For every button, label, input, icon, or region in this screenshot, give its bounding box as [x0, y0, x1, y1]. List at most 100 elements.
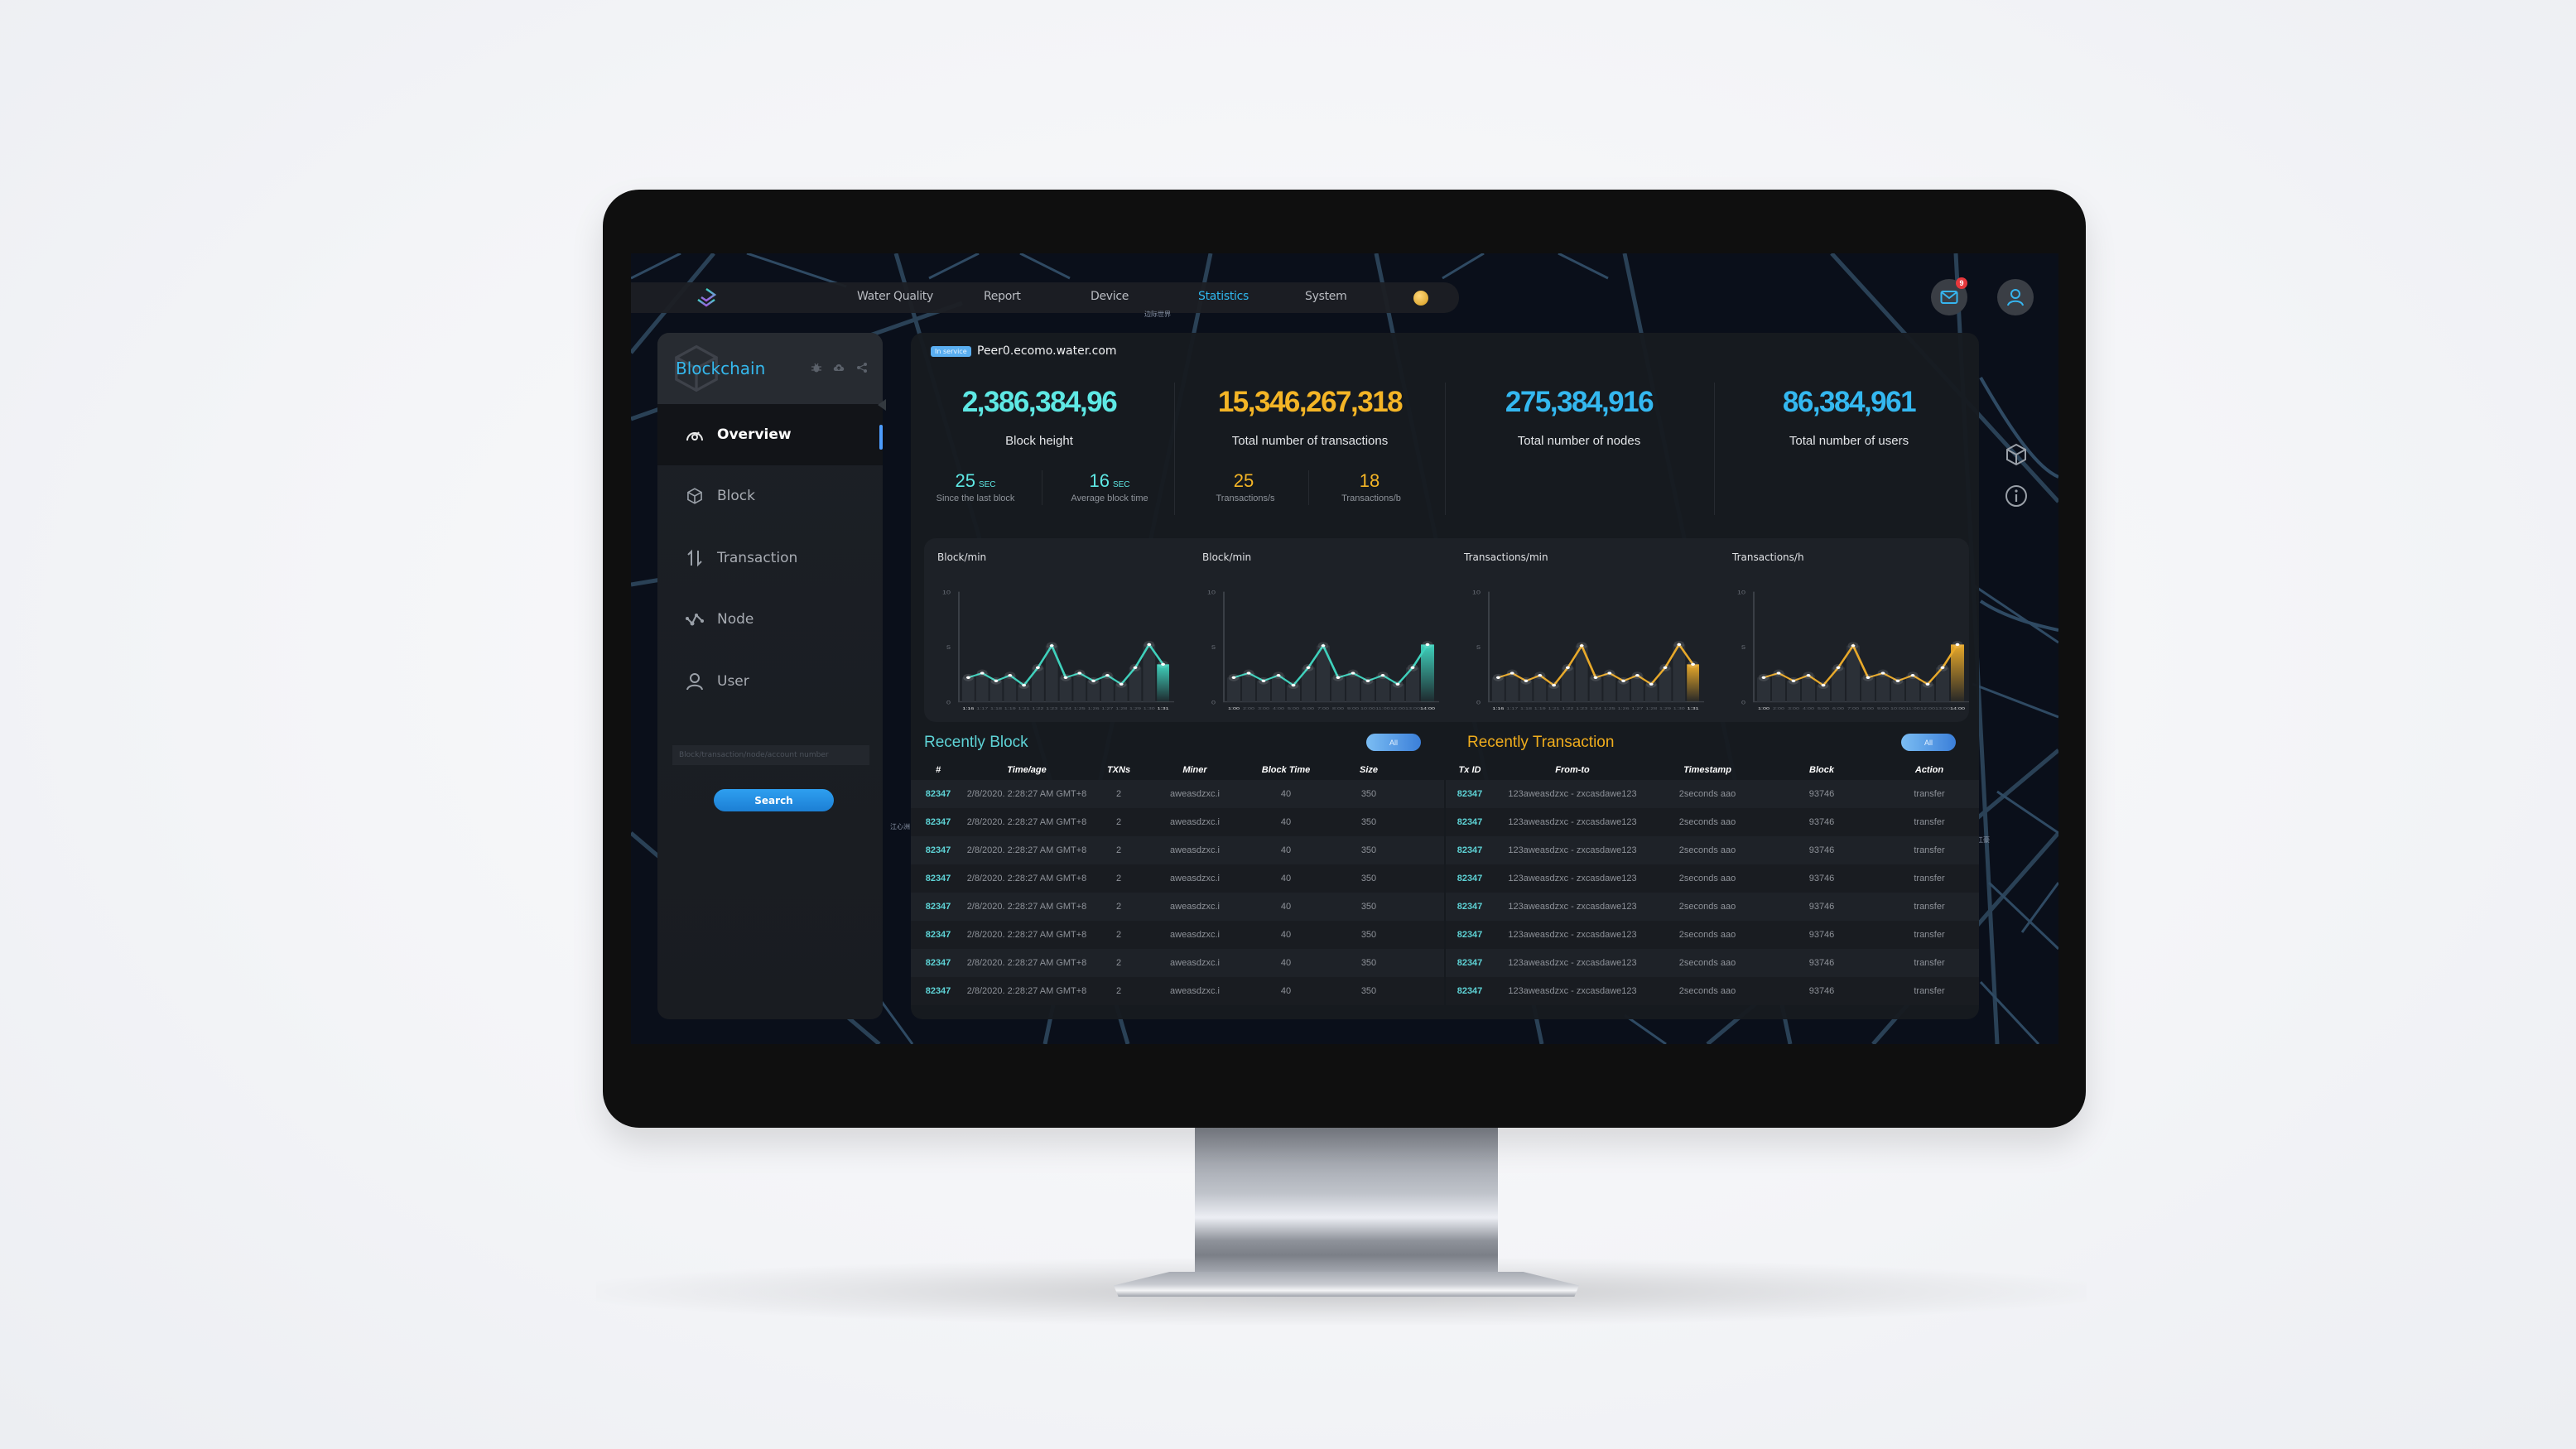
- chart-point[interactable]: [966, 676, 970, 679]
- chart-point[interactable]: [1336, 676, 1341, 679]
- row-id-link[interactable]: 82347: [911, 986, 965, 996]
- search-button[interactable]: Search: [714, 789, 834, 811]
- chart-point[interactable]: [1119, 682, 1124, 686]
- chart-point[interactable]: [1607, 672, 1612, 675]
- column-header[interactable]: Block: [1764, 765, 1880, 775]
- sidebar-item-transaction[interactable]: Transaction: [657, 527, 883, 589]
- column-header[interactable]: Timestamp: [1651, 765, 1764, 775]
- chart-bar[interactable]: [1603, 672, 1616, 702]
- chart-point[interactable]: [1836, 666, 1841, 669]
- chart-bar[interactable]: [1687, 664, 1699, 702]
- row-id-link[interactable]: 82347: [911, 845, 965, 855]
- chart-bar[interactable]: [1376, 675, 1389, 702]
- table-row[interactable]: 82347 2/8/2020. 2:28:27 AM GMT+8 2 aweasdzx…: [911, 836, 1444, 864]
- chart-point[interactable]: [1395, 682, 1400, 686]
- chart-point[interactable]: [1022, 683, 1026, 687]
- info-icon[interactable]: [2004, 484, 2029, 508]
- column-header[interactable]: TXNs: [1088, 765, 1149, 775]
- column-header[interactable]: Action: [1880, 765, 1979, 775]
- chart-point[interactable]: [1851, 644, 1856, 647]
- chart-point[interactable]: [1635, 673, 1639, 677]
- row-id-link[interactable]: 82347: [1446, 845, 1494, 855]
- row-id-link[interactable]: 82347: [1446, 930, 1494, 940]
- chart-point[interactable]: [1365, 679, 1370, 682]
- chart-point[interactable]: [1593, 676, 1598, 679]
- chart-point[interactable]: [1955, 643, 1960, 647]
- column-header[interactable]: #: [911, 765, 965, 775]
- table-row[interactable]: 82347 2/8/2020. 2:28:27 AM GMT+8 2 aweasdzx…: [911, 893, 1444, 921]
- chart-point[interactable]: [1049, 644, 1054, 647]
- chart-point[interactable]: [1036, 666, 1040, 669]
- chart-point[interactable]: [1579, 644, 1584, 647]
- sidebar-item-block[interactable]: Block: [657, 465, 883, 527]
- table-row[interactable]: 82347 123aweasdzxc - zxcasdawe123 2seconds…: [1446, 921, 1979, 949]
- chart-point[interactable]: [1351, 672, 1355, 675]
- table-row[interactable]: 82347 123aweasdzxc - zxcasdawe123 2seconds…: [1446, 780, 1979, 808]
- chart-bar[interactable]: [1073, 672, 1086, 702]
- chart-point[interactable]: [1524, 679, 1529, 682]
- chart-point[interactable]: [1306, 666, 1311, 669]
- chart-point[interactable]: [1425, 643, 1430, 647]
- nav-statistics[interactable]: Statistics: [1198, 290, 1249, 303]
- table-row[interactable]: 82347 123aweasdzxc - zxcasdawe123 2seconds…: [1446, 949, 1979, 977]
- row-id-link[interactable]: 82347: [911, 817, 965, 827]
- chart-bar[interactable]: [1772, 672, 1785, 702]
- table-row[interactable]: 82347 2/8/2020. 2:28:27 AM GMT+8 2 aweasdzx…: [911, 921, 1444, 949]
- table-row[interactable]: 82347 2/8/2020. 2:28:27 AM GMT+8 2 aweasdzx…: [911, 864, 1444, 893]
- table-row[interactable]: 82347 123aweasdzxc - zxcasdawe123 2seconds…: [1446, 893, 1979, 921]
- layers-logo-icon[interactable]: [694, 286, 719, 310]
- chart-point[interactable]: [1806, 673, 1811, 677]
- chart-point[interactable]: [1105, 673, 1110, 677]
- chart-point[interactable]: [1321, 644, 1326, 647]
- chart-bar[interactable]: [1346, 672, 1360, 702]
- row-id-link[interactable]: 82347: [911, 958, 965, 968]
- chart-point[interactable]: [1940, 666, 1945, 669]
- chart-point[interactable]: [1552, 683, 1556, 687]
- chart-bar[interactable]: [1876, 672, 1890, 702]
- chart-bar[interactable]: [1631, 675, 1644, 702]
- chart-bar[interactable]: [1242, 672, 1255, 702]
- chart-point[interactable]: [1677, 643, 1682, 647]
- chart-point[interactable]: [1410, 666, 1415, 669]
- chart-point[interactable]: [1276, 673, 1281, 677]
- chart-bar[interactable]: [975, 672, 989, 702]
- chart-point[interactable]: [1496, 676, 1500, 679]
- column-header[interactable]: Miner: [1149, 765, 1240, 775]
- row-id-link[interactable]: 82347: [911, 930, 965, 940]
- row-id-link[interactable]: 82347: [911, 789, 965, 799]
- chart-point[interactable]: [1663, 666, 1668, 669]
- share-icon[interactable]: [856, 362, 868, 373]
- column-header[interactable]: Time/age: [965, 765, 1088, 775]
- chart-bar[interactable]: [1101, 675, 1114, 702]
- chart-point[interactable]: [1063, 676, 1068, 679]
- row-id-link[interactable]: 82347: [1446, 817, 1494, 827]
- search-input[interactable]: [672, 745, 869, 765]
- table-row[interactable]: 82347 2/8/2020. 2:28:27 AM GMT+8 2 aweasdzx…: [911, 949, 1444, 977]
- sidebar-item-user[interactable]: User: [657, 651, 883, 712]
- cube-icon[interactable]: [2004, 442, 2029, 467]
- table-row[interactable]: 82347 123aweasdzxc - zxcasdawe123 2seconds…: [1446, 977, 1979, 1005]
- chart-point[interactable]: [1261, 679, 1266, 682]
- chart-point[interactable]: [1910, 673, 1915, 677]
- chart-point[interactable]: [1509, 672, 1514, 675]
- nav-system[interactable]: System: [1305, 290, 1347, 303]
- column-header[interactable]: From-to: [1494, 765, 1651, 775]
- bug-icon[interactable]: [811, 362, 822, 373]
- chart-bar[interactable]: [1157, 664, 1169, 702]
- table-row[interactable]: 82347 123aweasdzxc - zxcasdawe123 2seconds…: [1446, 836, 1979, 864]
- view-all-blocks-button[interactable]: All: [1366, 734, 1421, 751]
- row-id-link[interactable]: 82347: [1446, 958, 1494, 968]
- chart-point[interactable]: [1091, 679, 1095, 682]
- table-row[interactable]: 82347 2/8/2020. 2:28:27 AM GMT+8 2 aweasdzx…: [911, 977, 1444, 1005]
- column-header[interactable]: Tx ID: [1446, 765, 1494, 775]
- chart-point[interactable]: [1880, 672, 1885, 675]
- chart-point[interactable]: [994, 679, 999, 682]
- nav-report[interactable]: Report: [984, 290, 1021, 303]
- chart-bar[interactable]: [1906, 675, 1919, 702]
- row-id-link[interactable]: 82347: [1446, 902, 1494, 912]
- chart-point[interactable]: [1895, 679, 1900, 682]
- mail-button[interactable]: 9: [1931, 277, 1967, 315]
- row-id-link[interactable]: 82347: [1446, 986, 1494, 996]
- row-id-link[interactable]: 82347: [1446, 789, 1494, 799]
- table-row[interactable]: 82347 2/8/2020. 2:28:27 AM GMT+8 2 aweasdzx…: [911, 780, 1444, 808]
